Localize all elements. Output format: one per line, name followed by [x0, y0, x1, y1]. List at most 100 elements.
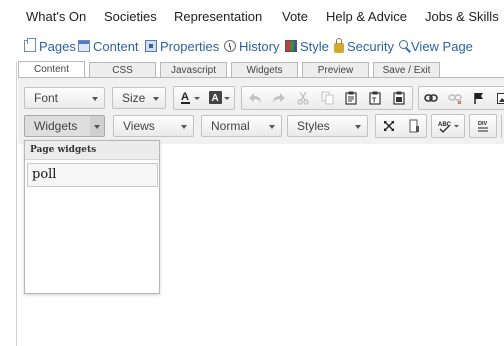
properties-label: Properties [160, 38, 220, 54]
spellcheck-icon: ABC [438, 122, 459, 133]
views-select-label: Views [123, 119, 155, 133]
paste-text-icon: T [369, 91, 381, 105]
maximize-button[interactable] [378, 115, 400, 137]
nav-representation[interactable]: Representation [174, 9, 262, 24]
tab-css[interactable]: CSS [89, 62, 156, 78]
top-navigation: What's On Societies Representation Vote … [0, 0, 504, 34]
widgets-select[interactable]: Widgets [24, 115, 105, 137]
anchor-button[interactable] [468, 87, 490, 109]
size-select[interactable]: Size [112, 87, 166, 109]
clipboard-group: T [241, 86, 413, 110]
link-icon [424, 94, 438, 102]
text-color-icon: A [181, 91, 200, 104]
source-group: DIV [469, 114, 497, 138]
styles-select[interactable]: Styles [287, 115, 368, 137]
tab-save-exit[interactable]: Save / Exit [373, 62, 440, 78]
redo-button[interactable] [268, 87, 290, 109]
properties-link[interactable]: Properties [145, 36, 219, 56]
div-container-button[interactable]: DIV [472, 115, 494, 137]
history-label: History [239, 38, 280, 54]
paste-button[interactable] [340, 87, 362, 109]
link-button[interactable] [420, 87, 442, 109]
show-blocks-button[interactable] [403, 115, 425, 137]
nav-vote[interactable]: Vote [282, 9, 308, 24]
font-select[interactable]: Font [24, 87, 105, 109]
chevron-down-icon [181, 125, 187, 129]
tab-content[interactable]: Content [18, 61, 85, 78]
redo-icon [273, 93, 285, 103]
copy-icon [321, 91, 333, 105]
copy-button[interactable] [316, 87, 338, 109]
tab-javascript[interactable]: Javascript [160, 62, 227, 78]
view-page-label: View Page [411, 38, 473, 54]
styles-select-label: Styles [297, 119, 330, 133]
style-link[interactable]: Style [285, 36, 329, 56]
undo-icon [249, 93, 261, 103]
chevron-down-icon [153, 97, 159, 101]
widgets-panel-title: Page widgets [25, 141, 159, 160]
flag-icon [474, 92, 483, 104]
nav-whats-on[interactable]: What's On [26, 9, 86, 24]
chevron-down-icon [94, 125, 100, 129]
history-icon [224, 40, 236, 52]
div-icon: DIV [478, 121, 488, 132]
insert-group [418, 86, 504, 110]
maximize-icon [384, 121, 394, 131]
unlink-button[interactable] [444, 87, 466, 109]
pages-icon [24, 38, 36, 52]
chevron-down-icon [269, 125, 275, 129]
paste-icon [345, 91, 357, 105]
nav-help-advice[interactable]: Help & Advice [326, 9, 407, 24]
cut-button[interactable] [292, 87, 314, 109]
tab-preview[interactable]: Preview [302, 62, 369, 78]
paste-word-button[interactable] [388, 87, 410, 109]
paste-word-icon [393, 91, 405, 105]
svg-text:A: A [181, 91, 189, 103]
history-link[interactable]: History [224, 36, 279, 56]
svg-text:DIV: DIV [478, 121, 488, 127]
background-color-button[interactable]: A [207, 87, 233, 109]
tab-widgets[interactable]: Widgets [231, 62, 298, 78]
rich-text-editor: Font Size A A T Widgets Views Normal Sty… [18, 78, 504, 346]
image-button[interactable] [492, 87, 504, 109]
format-select-label: Normal [211, 119, 250, 133]
widget-option-poll[interactable]: poll [27, 163, 158, 187]
content-icon [78, 40, 90, 52]
font-select-label: Font [34, 91, 59, 105]
background-color-icon: A [209, 91, 230, 104]
content-link[interactable]: Content [78, 36, 139, 56]
nav-jobs-skills[interactable]: Jobs & Skills [425, 9, 499, 24]
security-icon [334, 37, 344, 53]
security-label: Security [347, 38, 394, 54]
view-page-link[interactable]: View Page [399, 36, 473, 56]
undo-button[interactable] [244, 87, 266, 109]
image-icon [496, 92, 504, 104]
style-label: Style [300, 38, 329, 54]
size-select-label: Size [122, 91, 146, 105]
widgets-dropdown-panel: Page widgets poll [24, 140, 160, 294]
pages-link[interactable]: Pages [24, 36, 76, 56]
svg-text:ABC: ABC [438, 122, 452, 128]
security-link[interactable]: Security [334, 36, 394, 56]
pages-label: Pages [39, 38, 76, 54]
spellcheck-button[interactable]: ABC [434, 115, 464, 137]
paste-text-button[interactable]: T [364, 87, 386, 109]
view-tools-group [375, 114, 427, 138]
style-icon [285, 40, 297, 52]
chevron-down-icon [355, 125, 361, 129]
nav-societies[interactable]: Societies [104, 9, 157, 24]
text-color-button[interactable]: A [177, 87, 205, 109]
chevron-down-icon [92, 97, 98, 101]
spellcheck-group: ABC [431, 114, 465, 138]
show-blocks-icon [409, 119, 419, 133]
views-select[interactable]: Views [113, 115, 194, 137]
edit-links-bar: Pages Content Properties History Style S… [0, 36, 504, 56]
format-select[interactable]: Normal [201, 115, 282, 137]
widgets-select-label: Widgets [34, 119, 78, 133]
unlink-icon [448, 94, 462, 104]
svg-text:T: T [372, 98, 377, 105]
editor-toolbar: Font Size A A T Widgets Views Normal Sty… [18, 78, 504, 144]
content-label: Content [93, 38, 139, 54]
color-group: A A [173, 86, 235, 110]
view-page-icon [399, 40, 408, 49]
